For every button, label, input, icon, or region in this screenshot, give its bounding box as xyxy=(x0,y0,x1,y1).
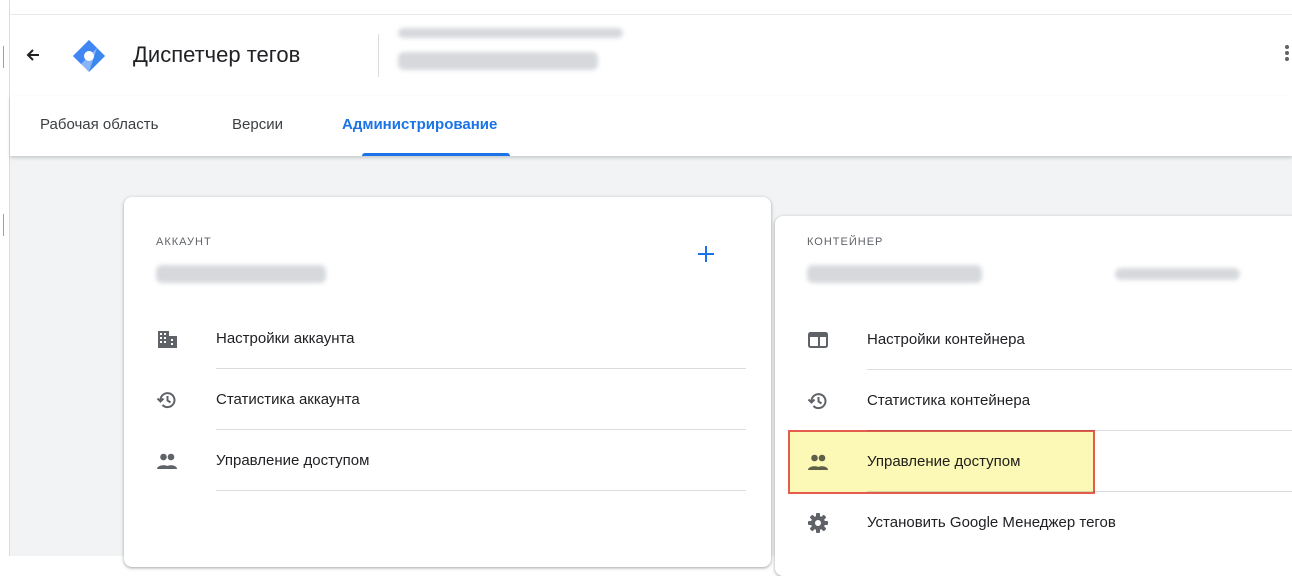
left-window-edge xyxy=(0,0,10,556)
account-stats-item[interactable]: Статистика аккаунта xyxy=(156,369,746,430)
container-settings-label: Настройки контейнера xyxy=(867,331,1025,348)
add-icon[interactable] xyxy=(696,244,716,264)
row-divider xyxy=(216,490,746,491)
container-settings-item[interactable]: Настройки контейнера xyxy=(807,309,1292,370)
edge-mark xyxy=(3,46,4,68)
more-vert-icon[interactable] xyxy=(1282,43,1292,67)
web-window-icon xyxy=(808,332,828,348)
breadcrumb-account-blurred xyxy=(398,28,623,38)
gear-icon xyxy=(808,513,828,533)
install-gtm-item[interactable]: Установить Google Менеджер тегов xyxy=(807,492,1292,553)
back-arrow-icon[interactable] xyxy=(24,43,44,67)
account-settings-item[interactable]: Настройки аккаунта xyxy=(156,308,746,369)
container-id-blurred xyxy=(1115,268,1240,280)
container-access-label: Управление доступом xyxy=(867,453,1021,470)
account-access-label: Управление доступом xyxy=(216,452,370,469)
container-name-blurred xyxy=(807,265,982,283)
people-icon xyxy=(808,454,828,470)
building-icon xyxy=(158,331,177,348)
container-access-item[interactable]: Управление доступом xyxy=(807,431,1292,492)
app-header: Диспетчер тегов xyxy=(10,14,1292,97)
account-name-blurred xyxy=(156,265,326,283)
app-title: Диспетчер тегов xyxy=(133,42,301,67)
account-section-label: АККАУНТ xyxy=(156,236,212,248)
tab-versions[interactable]: Версии xyxy=(232,116,283,133)
history-icon xyxy=(807,393,827,410)
history-icon xyxy=(156,392,176,409)
account-stats-label: Статистика аккаунта xyxy=(216,391,360,408)
tab-workspace[interactable]: Рабочая область xyxy=(40,116,158,133)
container-section-label: КОНТЕЙНЕР xyxy=(807,236,884,248)
tag-manager-logo xyxy=(73,40,105,72)
header-divider xyxy=(378,34,379,77)
people-icon xyxy=(157,453,177,469)
active-tab-indicator xyxy=(362,153,510,156)
account-card: АККАУНТ Настройки аккаунта Статистика ак… xyxy=(124,197,771,567)
container-stats-item[interactable]: Статистика контейнера xyxy=(807,370,1292,431)
install-gtm-label: Установить Google Менеджер тегов xyxy=(867,514,1116,531)
tab-admin[interactable]: Администрирование xyxy=(342,116,497,133)
account-settings-label: Настройки аккаунта xyxy=(216,330,355,347)
account-access-item[interactable]: Управление доступом xyxy=(156,430,746,491)
tab-bar: Рабочая область Версии Администрирование xyxy=(10,96,1292,156)
container-card: КОНТЕЙНЕР Настройки контейнера Статистик… xyxy=(775,216,1292,576)
container-selector-blurred[interactable] xyxy=(398,52,598,70)
edge-mark xyxy=(3,214,4,236)
container-stats-label: Статистика контейнера xyxy=(867,392,1031,409)
